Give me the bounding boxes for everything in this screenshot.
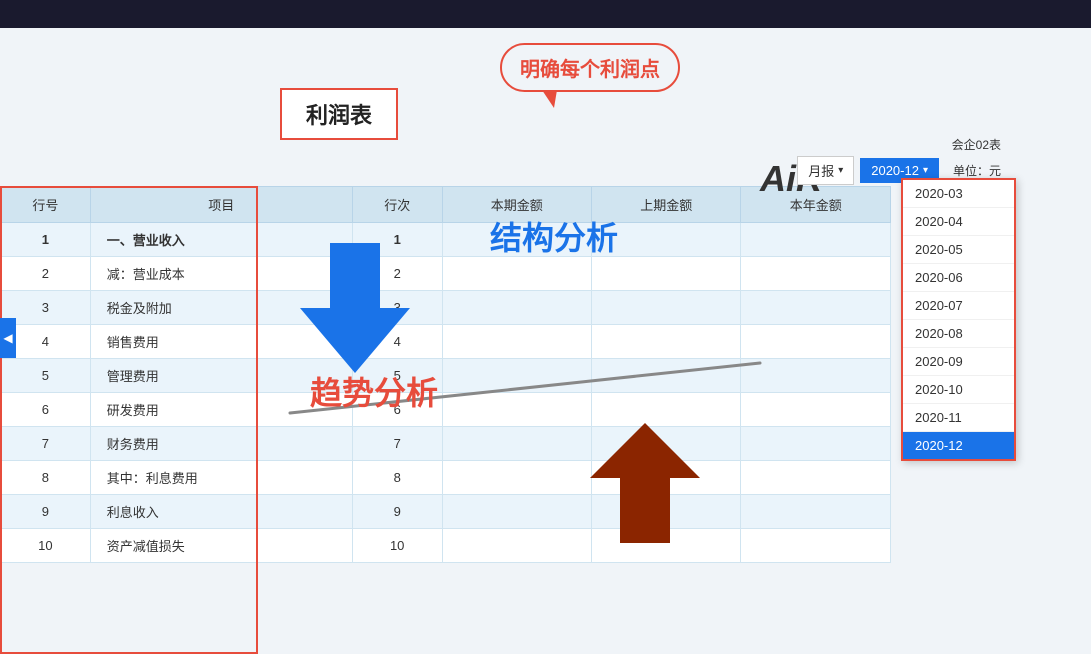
table-row: 10资产减值损失10: [1, 529, 891, 563]
cell-current: [442, 393, 591, 427]
cell-linenum: 7: [352, 427, 442, 461]
cell-annual: [741, 393, 891, 427]
cell-prior: [592, 291, 741, 325]
cell-linenum: 4: [352, 325, 442, 359]
cell-rownum: 7: [1, 427, 91, 461]
cell-annual: [741, 427, 891, 461]
cell-item: 减：营业成本: [90, 257, 352, 291]
profit-table: 行号 项目 行次 本期金额 上期金额 本年金额 1一、营业收入12减：营业成本2…: [0, 186, 891, 563]
unit-label: 单位：元: [953, 162, 1001, 179]
cell-annual: [741, 359, 891, 393]
qushi-label: 趋势分析: [310, 368, 438, 414]
cell-rownum: 2: [1, 257, 91, 291]
period-dropdown[interactable]: 2020-032020-042020-052020-062020-072020-…: [901, 178, 1016, 461]
table-row: 5管理费用5: [1, 359, 891, 393]
cell-prior: [592, 257, 741, 291]
cell-annual: [741, 223, 891, 257]
cell-annual: [741, 257, 891, 291]
report-type-select[interactable]: 月报 ▾: [797, 156, 854, 185]
cell-linenum: 10: [352, 529, 442, 563]
dropdown-item[interactable]: 2020-03: [903, 180, 1014, 208]
cell-item: 利息收入: [90, 495, 352, 529]
cell-current: [442, 529, 591, 563]
cell-rownum: 6: [1, 393, 91, 427]
cell-prior: [592, 359, 741, 393]
cell-prior: [592, 393, 741, 427]
cell-linenum: 1: [352, 223, 442, 257]
cell-annual: [741, 529, 891, 563]
cell-item: 财务费用: [90, 427, 352, 461]
dropdown-item[interactable]: 2020-04: [903, 208, 1014, 236]
cell-item: 一、营业收入: [90, 223, 352, 257]
table-row: 9利息收入9: [1, 495, 891, 529]
cell-rownum: 5: [1, 359, 91, 393]
cell-rownum: 8: [1, 461, 91, 495]
cell-annual: [741, 325, 891, 359]
col-header-linenum: 行次: [352, 187, 442, 223]
table-row: 1一、营业收入1: [1, 223, 891, 257]
title-box: 利润表: [280, 88, 398, 140]
cell-annual: [741, 495, 891, 529]
table-header-row: 行号 项目 行次 本期金额 上期金额 本年金额: [1, 187, 891, 223]
dropdown-item[interactable]: 2020-11: [903, 404, 1014, 432]
cell-item: 其中：利息费用: [90, 461, 352, 495]
page-title: 利润表: [306, 103, 372, 128]
dropdown-item[interactable]: 2020-08: [903, 320, 1014, 348]
cell-item: 销售费用: [90, 325, 352, 359]
cell-linenum: 8: [352, 461, 442, 495]
dropdown-item[interactable]: 2020-05: [903, 236, 1014, 264]
cell-item: 资产减值损失: [90, 529, 352, 563]
main-container: 明确每个利润点 利润表 AiR 会企02表 月报 ▾ 2020-12 ▾ 单位：…: [0, 0, 1091, 654]
dropdown-item[interactable]: 2020-10: [903, 376, 1014, 404]
top-bar: [0, 0, 1091, 28]
cell-annual: [741, 291, 891, 325]
cell-prior: [592, 461, 741, 495]
cell-linenum: 3: [352, 291, 442, 325]
cell-linenum: 2: [352, 257, 442, 291]
content-area: 明确每个利润点 利润表 AiR 会企02表 月报 ▾ 2020-12 ▾ 单位：…: [0, 28, 1091, 654]
col-header-rownum: 行号: [1, 187, 91, 223]
cell-annual: [741, 461, 891, 495]
top-right-info: 会企02表: [952, 136, 1001, 153]
jiegou-label: 结构分析: [490, 213, 618, 259]
left-sidebar-toggle[interactable]: ◀: [0, 318, 16, 358]
table-row: 7财务费用7: [1, 427, 891, 461]
cell-prior: [592, 427, 741, 461]
cell-current: [442, 325, 591, 359]
cell-prior: [592, 325, 741, 359]
cell-current: [442, 359, 591, 393]
table-row: 6研发费用6: [1, 393, 891, 427]
table-container: 行号 项目 行次 本期金额 上期金额 本年金额 1一、营业收入12减：营业成本2…: [0, 186, 891, 654]
cell-prior: [592, 495, 741, 529]
cell-current: [442, 291, 591, 325]
cell-current: [442, 427, 591, 461]
dropdown-item[interactable]: 2020-09: [903, 348, 1014, 376]
cell-item: 税金及附加: [90, 291, 352, 325]
table-row: 4销售费用4: [1, 325, 891, 359]
period-chevron-icon: ▾: [923, 165, 928, 176]
chevron-icon: ▾: [838, 165, 843, 176]
callout-bubble: 明确每个利润点: [500, 43, 680, 92]
cell-linenum: 9: [352, 495, 442, 529]
callout-text: 明确每个利润点: [500, 43, 680, 92]
cell-rownum: 1: [1, 223, 91, 257]
cell-current: [442, 495, 591, 529]
dropdown-item[interactable]: 2020-06: [903, 264, 1014, 292]
dropdown-item[interactable]: 2020-12: [903, 432, 1014, 459]
cell-current: [442, 461, 591, 495]
table-row: 2减：营业成本2: [1, 257, 891, 291]
dropdown-item[interactable]: 2020-07: [903, 292, 1014, 320]
cell-rownum: 9: [1, 495, 91, 529]
table-row: 8其中：利息费用8: [1, 461, 891, 495]
table-row: 3税金及附加3: [1, 291, 891, 325]
col-header-item: 项目: [90, 187, 352, 223]
cell-current: [442, 257, 591, 291]
cell-rownum: 10: [1, 529, 91, 563]
cell-prior: [592, 529, 741, 563]
